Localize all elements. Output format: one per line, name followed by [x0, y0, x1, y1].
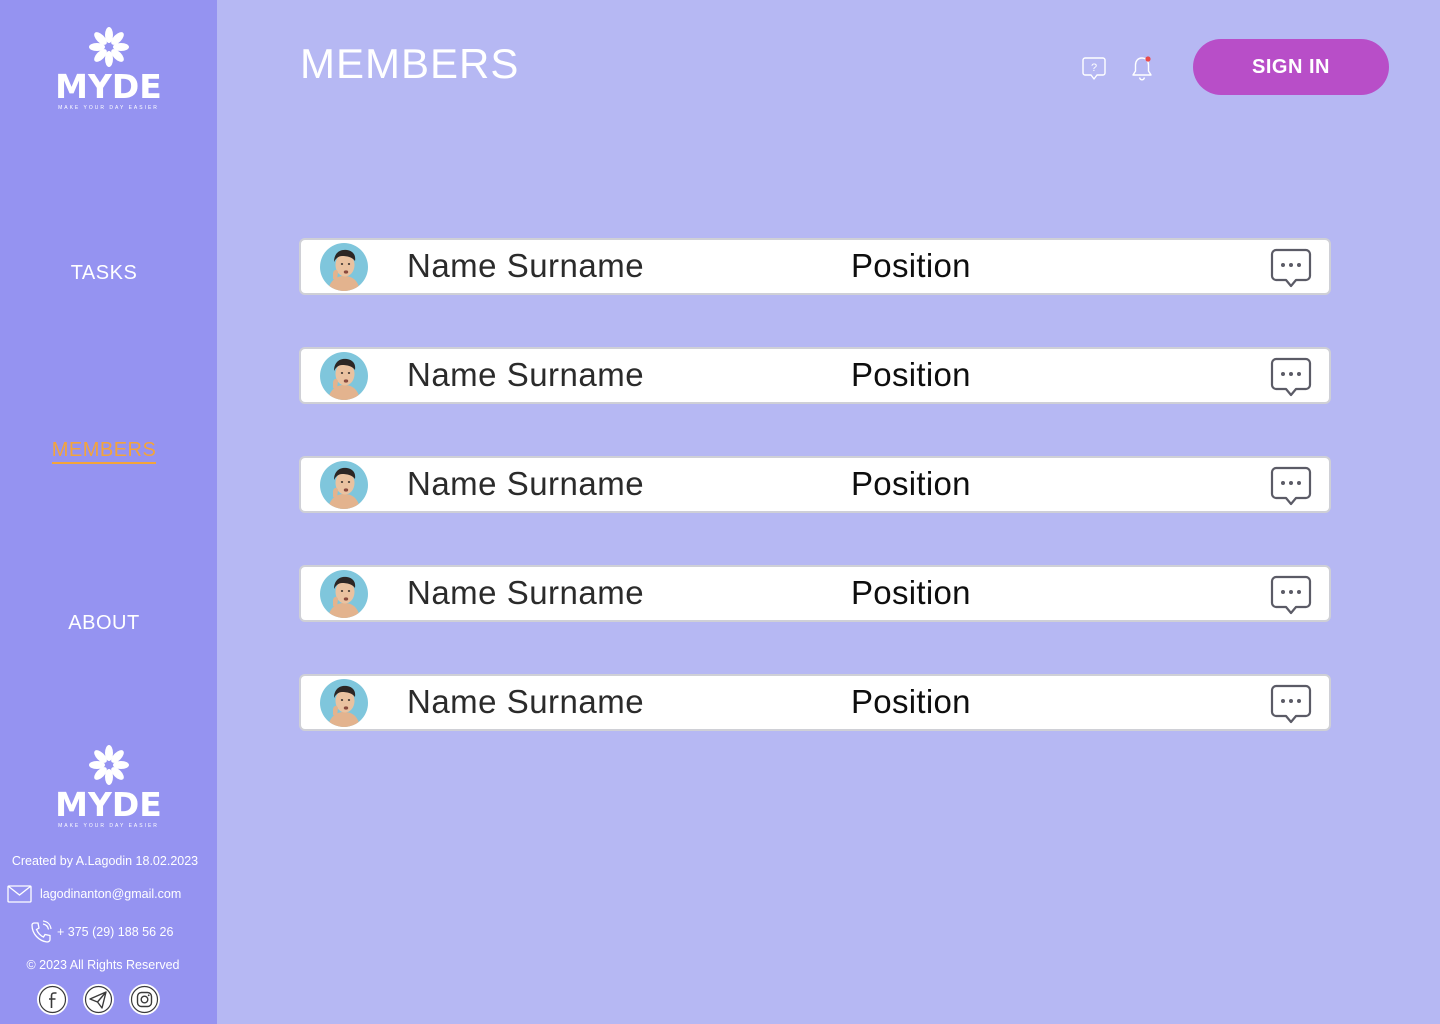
nav-item-tasks[interactable]: TASKS — [0, 262, 208, 285]
notifications-button[interactable] — [1130, 54, 1156, 81]
phone-text: + 375 (29) 188 56 26 — [57, 925, 174, 939]
message-button[interactable] — [1269, 355, 1313, 399]
flower-icon — [88, 27, 129, 67]
phone-icon — [31, 920, 52, 943]
telegram-link[interactable] — [83, 984, 114, 1015]
member-position: Position — [851, 683, 971, 720]
member-row[interactable]: Name Surname Position — [299, 347, 1331, 404]
svg-text:?: ? — [1091, 62, 1097, 74]
member-name: Name Surname — [407, 247, 645, 284]
telegram-icon — [84, 985, 113, 1014]
chat-bubble-icon — [1270, 684, 1312, 724]
member-position: Position — [851, 356, 971, 393]
phone-contact[interactable]: + 375 (29) 188 56 26 — [30, 920, 173, 944]
message-button[interactable] — [1269, 246, 1313, 290]
brand-name: MYDE — [55, 785, 162, 824]
created-by-text: Created by A.Lagodin 18.02.2023 — [11, 854, 199, 868]
help-button[interactable]: ? — [1081, 55, 1107, 81]
facebook-link[interactable] — [37, 984, 68, 1015]
nav-item-label: TASKS — [70, 262, 138, 284]
facebook-icon — [38, 985, 67, 1014]
chat-bubble-icon — [1270, 466, 1312, 506]
email-contact[interactable]: lagodinanton@gmail.com — [7, 885, 181, 903]
member-position: Position — [851, 247, 971, 284]
avatar-image — [320, 679, 368, 727]
member-name: Name Surname — [407, 356, 645, 393]
instagram-icon — [130, 985, 159, 1014]
message-button[interactable] — [1269, 573, 1313, 617]
member-name: Name Surname — [407, 574, 645, 611]
chat-bubble-icon — [1270, 248, 1312, 288]
message-button[interactable] — [1269, 682, 1313, 726]
email-text: lagodinanton@gmail.com — [40, 887, 182, 901]
member-row[interactable]: Name Surname Position — [299, 456, 1331, 513]
member-position: Position — [851, 574, 971, 611]
member-name: Name Surname — [407, 683, 645, 720]
mail-icon — [7, 885, 32, 903]
avatar — [320, 243, 368, 291]
avatar-image — [320, 243, 368, 291]
nav-item-about[interactable]: ABOUT — [0, 612, 208, 635]
brand-logo[interactable]: MYDE MAKE YOUR DAY EASIER — [0, 26, 217, 111]
social-links — [37, 984, 160, 1015]
brand-name: MYDE — [55, 67, 162, 106]
bell-icon — [1132, 56, 1152, 81]
nav-item-label: ABOUT — [68, 612, 140, 634]
chat-bubble-icon — [1270, 575, 1312, 615]
member-position: Position — [851, 465, 971, 502]
avatar — [320, 352, 368, 400]
sign-in-button[interactable]: SIGN IN — [1193, 39, 1389, 95]
chat-bubble-icon — [1270, 357, 1312, 397]
member-row[interactable]: Name Surname Position — [299, 674, 1331, 731]
brand-tagline: MAKE YOUR DAY EASIER — [58, 823, 159, 829]
avatar — [320, 679, 368, 727]
notification-dot — [1145, 56, 1151, 62]
instagram-link[interactable] — [129, 984, 160, 1015]
nav-item-label: MEMBERS — [51, 439, 157, 464]
member-row[interactable]: Name Surname Position — [299, 565, 1331, 622]
footer-logo: MYDE MAKE YOUR DAY EASIER — [0, 744, 217, 829]
avatar-image — [320, 352, 368, 400]
help-chat-icon: ? — [1082, 57, 1106, 80]
avatar-image — [320, 570, 368, 618]
copyright-text: © 2023 All Rights Reserved — [26, 958, 180, 972]
nav-item-members[interactable]: MEMBERS — [0, 439, 208, 464]
flower-icon — [88, 745, 129, 785]
message-button[interactable] — [1269, 464, 1313, 508]
member-row[interactable]: Name Surname Position — [299, 238, 1331, 295]
brand-tagline: MAKE YOUR DAY EASIER — [58, 105, 159, 111]
avatar — [320, 461, 368, 509]
member-name: Name Surname — [407, 465, 645, 502]
page-title: MEMBERS — [300, 40, 520, 87]
avatar — [320, 570, 368, 618]
sidebar: MYDE MAKE YOUR DAY EASIER TASKS MEMBERS … — [0, 0, 217, 1024]
member-list: Name Surname Position Name Surname Posit… — [299, 238, 1331, 783]
avatar-image — [320, 461, 368, 509]
